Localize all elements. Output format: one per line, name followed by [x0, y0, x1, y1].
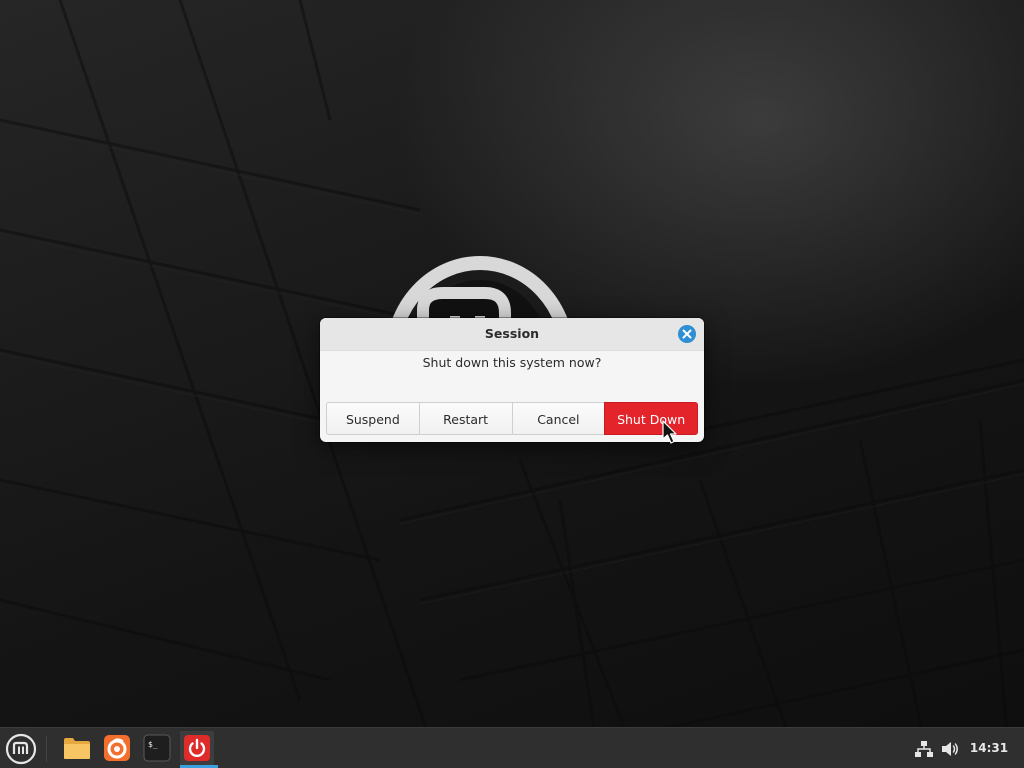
- dialog-message: Shut down this system now?: [422, 355, 602, 370]
- firefox-icon: [104, 735, 130, 761]
- dialog-title: Session: [484, 326, 540, 341]
- taskbar: $_ 14:31: [0, 727, 1024, 768]
- terminal-launcher[interactable]: $_: [140, 731, 174, 765]
- folder-icon: [64, 738, 90, 759]
- files-launcher[interactable]: [60, 731, 94, 765]
- desktop: Session Shut down this system now? Suspe…: [0, 0, 1024, 768]
- taskbar-separator: [46, 736, 47, 762]
- shut-down-button[interactable]: Shut Down: [604, 402, 698, 435]
- volume-tray-button[interactable]: [940, 739, 960, 759]
- session-launcher[interactable]: [180, 731, 218, 768]
- close-icon: [682, 329, 692, 339]
- network-tray-button[interactable]: [914, 739, 934, 759]
- menu-button[interactable]: [4, 732, 38, 766]
- power-icon: [184, 735, 210, 761]
- session-dialog: Session Shut down this system now? Suspe…: [320, 318, 704, 442]
- close-button[interactable]: [678, 325, 696, 343]
- clock[interactable]: 14:31: [966, 728, 1012, 768]
- network-icon: [915, 741, 933, 757]
- terminal-icon: $_: [143, 734, 171, 762]
- cancel-button[interactable]: Cancel: [511, 402, 606, 435]
- firefox-launcher[interactable]: [100, 731, 134, 765]
- terminal-glyph: $_: [148, 740, 158, 749]
- suspend-button[interactable]: Suspend: [326, 402, 420, 435]
- linux-mint-menu-icon: [5, 733, 37, 765]
- volume-icon: [942, 742, 958, 756]
- restart-button[interactable]: Restart: [418, 402, 513, 435]
- dialog-button-row: Suspend Restart Cancel Shut Down: [326, 402, 698, 435]
- mouse-pointer-icon: [662, 420, 677, 444]
